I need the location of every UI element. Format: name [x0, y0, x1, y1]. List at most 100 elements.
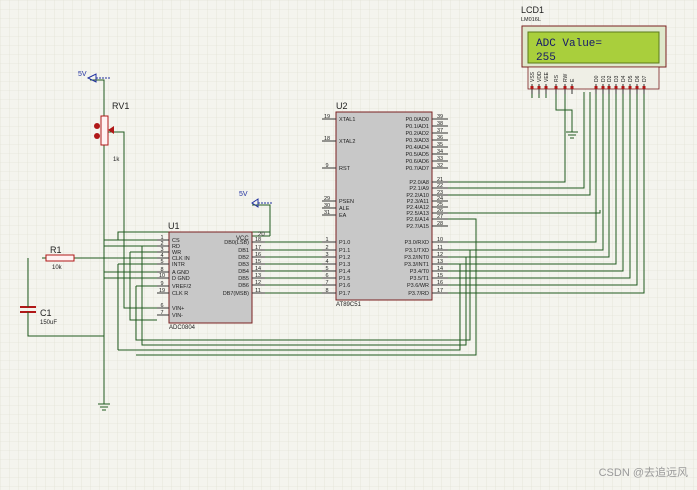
mcu-pin-number: 28 [437, 221, 443, 227]
mcu-pin-label: P3.1/TXD [405, 248, 429, 254]
mcu-pin-number: 32 [437, 163, 443, 169]
mcu-pin-number: 33 [437, 156, 443, 162]
adc-pin-label: INTR [172, 262, 185, 268]
mcu-pin-number: 11 [437, 245, 443, 251]
mcu-pin-number: 6 [325, 273, 328, 279]
lcd-pin-marker [614, 86, 618, 89]
lcd-pin-label: RW [563, 73, 569, 82]
mcu-pin-number: 22 [437, 183, 443, 189]
rv1-body [100, 115, 109, 146]
adc-pin-number: 18 [255, 237, 261, 243]
mcu-pin-label: P2.6/A14 [406, 217, 429, 223]
lcd-pin-label: D6 [635, 75, 641, 82]
adc0804-chip[interactable]: U1 ADC0804 VCC 20 1 CS2 RD3 WR4 CLK IN5 INTR8… [157, 221, 265, 331]
lcd-pin-marker [635, 86, 639, 89]
mcu-ref: U2 [336, 101, 348, 111]
power-label-adc: 5V [239, 191, 248, 198]
lcd-pin-label: D3 [614, 75, 620, 82]
adc-pin-number: 11 [255, 288, 261, 294]
schematic-canvas: 5V 5V RV1 1k R1 10k C1 150uF U1 ADC0804 … [0, 0, 697, 490]
mcu-pin-label: P2.1/A9 [409, 186, 429, 192]
rv1-terminal [94, 123, 100, 129]
adc-pin-number: 16 [255, 252, 261, 258]
lcd-pin-marker [530, 86, 534, 89]
mcu-pin-number: 36 [437, 135, 443, 141]
mcu-pin-label: P3.4/T0 [410, 269, 429, 275]
adc-pin-label: D GND [172, 276, 190, 282]
rv1-value: 1k [113, 157, 120, 163]
rv1-terminal [94, 133, 100, 139]
mcu-pin-label: P1.2 [339, 255, 350, 261]
adc-pin-number: 10 [159, 273, 165, 279]
adc-pin-number: 6 [160, 303, 163, 309]
lcd-pin-label: VDD [537, 71, 543, 82]
mcu-pin-label: P3.3/INT1 [404, 262, 429, 268]
lcd-pin-marker [537, 86, 541, 89]
mcu-pin-label: P1.1 [339, 248, 350, 254]
lcd-pin-label: D4 [621, 75, 627, 82]
mcu-pin-number: 2 [325, 245, 328, 251]
mcu-pin-label: P0.0/AD0 [405, 117, 429, 123]
adc-model: ADC0804 [169, 325, 196, 331]
mcu-pin-label: P0.2/AD2 [405, 131, 429, 137]
lcd-pin-label: RS [554, 74, 560, 82]
adc-ref: U1 [168, 221, 180, 231]
rv1-ref: RV1 [112, 101, 129, 111]
r1-ref: R1 [50, 245, 62, 255]
mcu-pin-number: 7 [325, 280, 328, 286]
lcd-pin-marker [642, 86, 646, 89]
mcu-pin-number: 31 [324, 210, 330, 216]
mcu-pin-label: ALE [339, 206, 350, 212]
adc-pin-number: 5 [160, 259, 163, 265]
lcd-pin-marker [544, 86, 548, 89]
c1-ref: C1 [40, 308, 52, 318]
mcu-pin-number: 9 [325, 163, 328, 169]
mcu-pin-label: P1.7 [339, 291, 350, 297]
lcd-pin-label: D2 [607, 75, 613, 82]
lcd-pin-label: D7 [642, 75, 648, 82]
adc-pin-label: DB1 [238, 248, 249, 254]
mcu-pin-label: P3.0/RXD [405, 240, 429, 246]
lcd-ref: LCD1 [521, 5, 544, 15]
mcu-pin-number: 15 [437, 273, 443, 279]
adc-pin-label: DB3 [238, 262, 249, 268]
watermark: CSDN @去追远风 [599, 465, 688, 479]
mcu-pin-label: RST [339, 166, 351, 172]
lcd-line2: 255 [536, 52, 556, 64]
mcu-pin-number: 27 [437, 214, 443, 220]
mcu-pin-number: 29 [324, 196, 330, 202]
adc-pin-label: DB2 [238, 255, 249, 261]
adc-pin-label: DB5 [238, 276, 249, 282]
mcu-pin-number: 37 [437, 128, 443, 134]
mcu-pin-label: P3.5/T1 [410, 276, 429, 282]
lcd-pin-marker [601, 86, 605, 89]
mcu-pin-number: 4 [325, 259, 328, 265]
adc-pin-label: DB6 [238, 283, 249, 289]
adc-pin-number: 13 [255, 273, 261, 279]
r1-body [45, 254, 75, 262]
mcu-pin-label: P0.4/AD4 [405, 145, 429, 151]
adc-pin-number: 17 [255, 245, 261, 251]
adc-pin-label: CLK R [172, 291, 188, 297]
mcu-pin-number: 34 [437, 149, 443, 155]
mcu-pin-number: 5 [325, 266, 328, 272]
lcd-line1: ADC Value= [536, 38, 602, 50]
adc-pin-label: VREF/2 [172, 284, 191, 290]
adc-pin-label: DB0(LSB) [224, 240, 249, 246]
mcu-model: AT89C51 [336, 302, 362, 308]
at89c51-chip[interactable]: U2 AT89C51 19 XTAL118 XTAL29 RST29 PSEN30 ALE… [322, 101, 448, 308]
lcd-pin-label: D5 [628, 75, 634, 82]
mcu-pin-label: P2.7/A15 [406, 224, 429, 230]
mcu-pin-label: P1.0 [339, 240, 350, 246]
mcu-pin-label: P1.4 [339, 269, 350, 275]
mcu-pin-label: P0.1/AD1 [405, 124, 429, 130]
power-label-top: 5V [78, 71, 87, 78]
mcu-pin-label: P0.6/AD6 [405, 159, 429, 165]
mcu-pin-number: 13 [437, 259, 443, 265]
mcu-pin-label: P3.2/INT0 [404, 255, 429, 261]
lcd-pin-label: VEE [544, 71, 550, 82]
lcd-pin-marker [563, 86, 567, 89]
mcu-pin-label: P3.7/RD [408, 291, 429, 297]
adc-pin-number: 9 [160, 281, 163, 287]
mcu-pin-number: 8 [325, 288, 328, 294]
